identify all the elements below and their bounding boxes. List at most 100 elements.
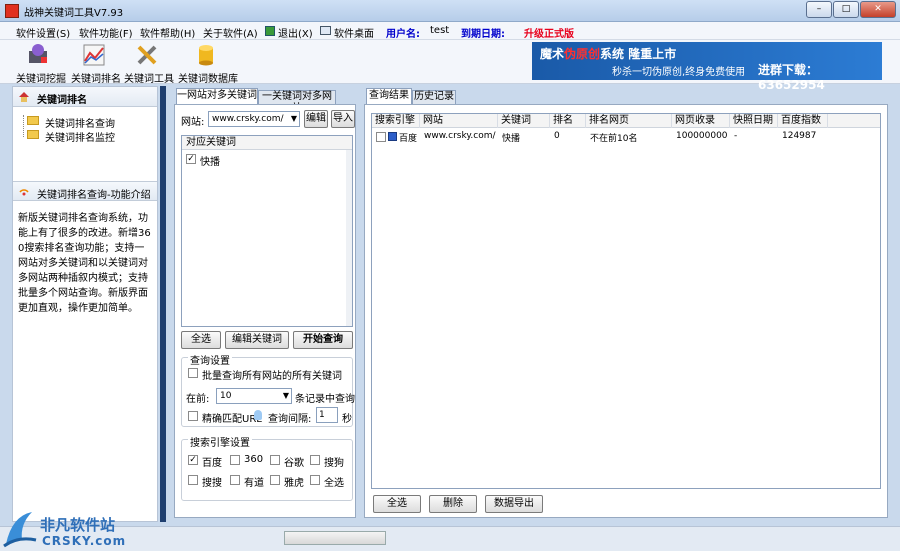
select-all-keywords-button[interactable]: 全选 xyxy=(181,331,221,349)
title-bar: 战神关键词工具V7.93 – □ ✕ xyxy=(0,0,900,22)
engine-checkbox[interactable] xyxy=(188,475,198,485)
crsky-logo-icon xyxy=(3,512,37,548)
expire-date-label: 到期日期: xyxy=(461,29,505,40)
status-bar xyxy=(0,526,900,551)
edit-site-button[interactable]: 编辑 xyxy=(304,110,328,128)
tab-history[interactable]: 历史记录 xyxy=(412,90,456,104)
intro-text: 新版关键词排名查询系统，功能上有了很多的改进。新增360搜索排名查询功能；支持一… xyxy=(18,213,151,314)
before-select[interactable]: 10 ▼ xyxy=(216,388,292,404)
home-icon xyxy=(19,92,29,102)
menu-settings[interactable]: 软件设置(S) xyxy=(16,25,70,40)
status-scroll-handle[interactable] xyxy=(284,531,386,545)
baidu-icon xyxy=(388,132,397,141)
interval-spinner[interactable]: 1 xyxy=(316,407,338,423)
results-table: 搜索引擎 网站 关键词 排名 排名网页 网页收录 快照日期 百度指数 百度 ww… xyxy=(371,113,881,489)
intro-header: 关键词排名查询-功能介绍 xyxy=(13,181,157,201)
engine-settings-group: 搜索引擎设置 ✓ 百度 360 谷歌 搜狗 搜搜 有道 雅虎 全选 xyxy=(181,434,353,501)
col-rank-page[interactable]: 排名网页 xyxy=(586,114,672,128)
chart-icon xyxy=(83,44,105,66)
banner-subline: 秒杀一切伪原创,终身免费使用 xyxy=(612,67,746,78)
engine-checkbox[interactable] xyxy=(270,475,280,485)
promo-banner[interactable]: 魔术伪原创系统 隆重上市 秒杀一切伪原创,终身免费使用 进群下载：6365295… xyxy=(532,42,882,92)
col-snapshot[interactable]: 快照日期 xyxy=(730,114,778,128)
engine-checkbox[interactable] xyxy=(310,475,320,485)
menu-bar: 软件设置(S) 软件功能(F) 软件帮助(H) 关于软件(A) 退出(X) 软件… xyxy=(0,22,900,40)
table-row[interactable]: 百度 www.crsky.com/ 快播 0 不在前10名 100000000 … xyxy=(372,130,880,144)
tab-content: 网站: www.crsky.com/▼ 编辑 导入 对应关键词 ✓ 快播 全选 … xyxy=(174,104,356,518)
tab-keyword-to-sites[interactable]: 一关键词对多网站 xyxy=(258,90,336,114)
site-select[interactable]: www.crsky.com/▼ xyxy=(208,111,300,127)
tools-icon xyxy=(137,45,157,65)
signal-icon xyxy=(19,189,29,196)
tree-title: 关键词排名 xyxy=(37,95,87,106)
app-icon xyxy=(5,4,19,18)
row-checkbox[interactable] xyxy=(376,132,386,142)
import-button[interactable]: 导入 xyxy=(331,110,355,128)
bulb-icon xyxy=(254,410,262,420)
edit-keywords-button[interactable]: 编辑关键词 xyxy=(225,331,289,349)
engine-checkbox[interactable] xyxy=(230,475,240,485)
query-settings-title: 查询设置 xyxy=(188,352,232,367)
window-title: 战神关键词工具V7.93 xyxy=(24,8,124,19)
tab-site-to-keywords[interactable]: 一网站对多关键词 xyxy=(176,88,258,104)
upgrade-link[interactable]: 升级正式版 xyxy=(524,25,574,40)
col-keyword[interactable]: 关键词 xyxy=(498,114,550,128)
menu-help[interactable]: 软件帮助(H) xyxy=(140,25,195,40)
exact-url-label: 精确匹配URL xyxy=(202,414,262,425)
col-baidu-index[interactable]: 百度指数 xyxy=(778,114,828,128)
engine-settings-title: 搜索引擎设置 xyxy=(188,434,252,449)
tool-keyword-tools[interactable]: 关键词工具 xyxy=(122,40,174,85)
desktop-icon xyxy=(320,26,331,35)
maximize-button[interactable]: □ xyxy=(833,1,859,18)
tool-keyword-database[interactable]: 关键词数据库 xyxy=(176,40,238,85)
batch-query-checkbox[interactable] xyxy=(188,368,198,378)
col-engine[interactable]: 搜索引擎 xyxy=(372,114,420,128)
menu-functions[interactable]: 软件功能(F) xyxy=(79,25,133,40)
right-panel: 查询结果 历史记录 搜索引擎 网站 关键词 排名 排名网页 网页收录 快照日期 … xyxy=(364,86,890,522)
tool-keyword-ranking[interactable]: 关键词排名 xyxy=(69,40,121,85)
menu-exit[interactable]: 退出(X) xyxy=(278,25,313,40)
before-label: 在前: xyxy=(186,394,210,405)
engine-checkbox[interactable] xyxy=(230,455,240,465)
col-indexed[interactable]: 网页收录 xyxy=(672,114,730,128)
intro-title: 关键词排名查询-功能介绍 xyxy=(37,190,151,201)
interval-label: 查询间隔: xyxy=(268,414,312,425)
seconds-label: 秒 xyxy=(342,414,352,425)
batch-query-label: 批量查询所有网站的所有关键词 xyxy=(202,371,342,382)
delete-button[interactable]: 删除 xyxy=(429,495,477,513)
disk-icon xyxy=(29,44,47,63)
keyword-list-header: 对应关键词 xyxy=(182,136,352,150)
minimize-button[interactable]: – xyxy=(806,1,832,18)
engine-checkbox[interactable] xyxy=(310,455,320,465)
folder-icon xyxy=(27,130,39,139)
engine-checkbox[interactable]: ✓ xyxy=(188,455,198,465)
dropdown-arrow-icon: ▼ xyxy=(290,114,297,123)
tree-header: 关键词排名 xyxy=(13,87,157,107)
exit-icon xyxy=(265,26,275,36)
scrollbar[interactable] xyxy=(346,150,352,326)
start-query-button[interactable]: 开始查询 xyxy=(293,331,353,349)
close-button[interactable]: ✕ xyxy=(860,1,896,18)
menu-about[interactable]: 关于软件(A) xyxy=(203,25,258,40)
folder-icon xyxy=(27,116,39,125)
engine-checkbox[interactable] xyxy=(270,455,280,465)
splitter[interactable] xyxy=(160,86,166,522)
username-label: 用户名: xyxy=(386,29,420,40)
tool-keyword-mining[interactable]: 关键词挖掘 xyxy=(14,40,66,85)
keyword-checkbox[interactable]: ✓ xyxy=(186,154,196,164)
results-content: 搜索引擎 网站 关键词 排名 排名网页 网页收录 快照日期 百度指数 百度 ww… xyxy=(364,104,888,518)
dropdown-arrow-icon: ▼ xyxy=(282,391,289,400)
export-button[interactable]: 数据导出 xyxy=(485,495,543,513)
col-rank[interactable]: 排名 xyxy=(550,114,586,128)
watermark-text-en: CRSKY.com xyxy=(42,534,127,548)
select-all-results-button[interactable]: 全选 xyxy=(373,495,421,513)
tab-results[interactable]: 查询结果 xyxy=(366,88,412,104)
exact-url-checkbox[interactable] xyxy=(188,411,198,421)
menu-desktop[interactable]: 软件桌面 xyxy=(334,25,374,40)
database-icon xyxy=(199,45,213,66)
tree-line xyxy=(23,115,24,137)
toolbar: 关键词挖掘 关键词排名 关键词工具 关键词数据库 魔术伪原创系统 隆重上市 秒杀… xyxy=(0,40,900,92)
col-site[interactable]: 网站 xyxy=(420,114,498,128)
records-label: 条记录中查询 xyxy=(295,394,355,405)
watermark-text-cn: 非凡软件站 xyxy=(40,516,116,534)
